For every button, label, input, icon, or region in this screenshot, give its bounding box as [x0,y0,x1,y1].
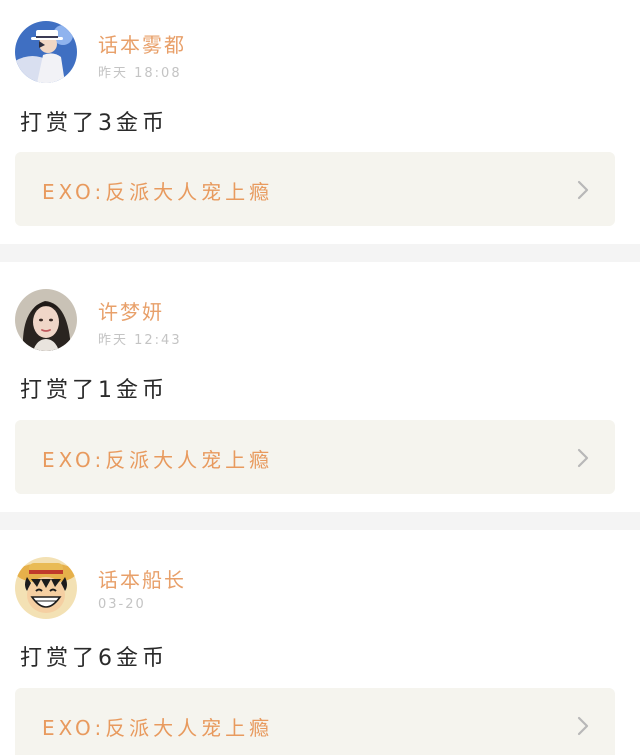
reward-text: 打赏了1金币 [20,378,168,403]
reward-text: 打赏了6金币 [20,646,168,671]
feed-card: 话本雾都 昨天 18:08 打赏了3金币 EXO:反派大人宠上瘾 [0,0,640,244]
book-title: EXO:反派大人宠上瘾 [42,448,274,472]
card-separator [0,244,640,262]
avatar-white-hat-magician-icon [15,21,77,83]
card-separator [0,512,640,530]
book-title: EXO:反派大人宠上瘾 [42,180,274,204]
chevron-right-icon [577,448,589,468]
chevron-right-icon [577,716,589,736]
feed-card: 话本船长 03-20 打赏了6金币 EXO:反派大人宠上瘾 [0,530,640,755]
avatar[interactable] [15,557,77,619]
avatar[interactable] [15,21,77,83]
book-link[interactable]: EXO:反派大人宠上瘾 [15,688,615,755]
timestamp: 昨天 18:08 [98,66,182,81]
book-link[interactable]: EXO:反派大人宠上瘾 [15,152,615,226]
book-link[interactable]: EXO:反派大人宠上瘾 [15,420,615,494]
reward-text: 打赏了3金币 [20,111,168,136]
timestamp: 03-20 [98,597,146,612]
avatar[interactable] [15,289,77,351]
chevron-right-icon [577,180,589,200]
reward-feed: 话本雾都 昨天 18:08 打赏了3金币 EXO:反派大人宠上瘾 许梦妍 昨天 … [0,0,640,755]
username[interactable]: 话本船长 [98,564,186,593]
username[interactable]: 话本雾都 [98,29,186,58]
avatar-straw-hat-boy-icon [15,557,77,619]
username[interactable]: 许梦妍 [98,296,164,325]
timestamp: 昨天 12:43 [98,333,182,348]
feed-card: 许梦妍 昨天 12:43 打赏了1金币 EXO:反派大人宠上瘾 [0,262,640,512]
book-title: EXO:反派大人宠上瘾 [42,716,274,740]
avatar-woman-portrait-icon [15,289,77,351]
